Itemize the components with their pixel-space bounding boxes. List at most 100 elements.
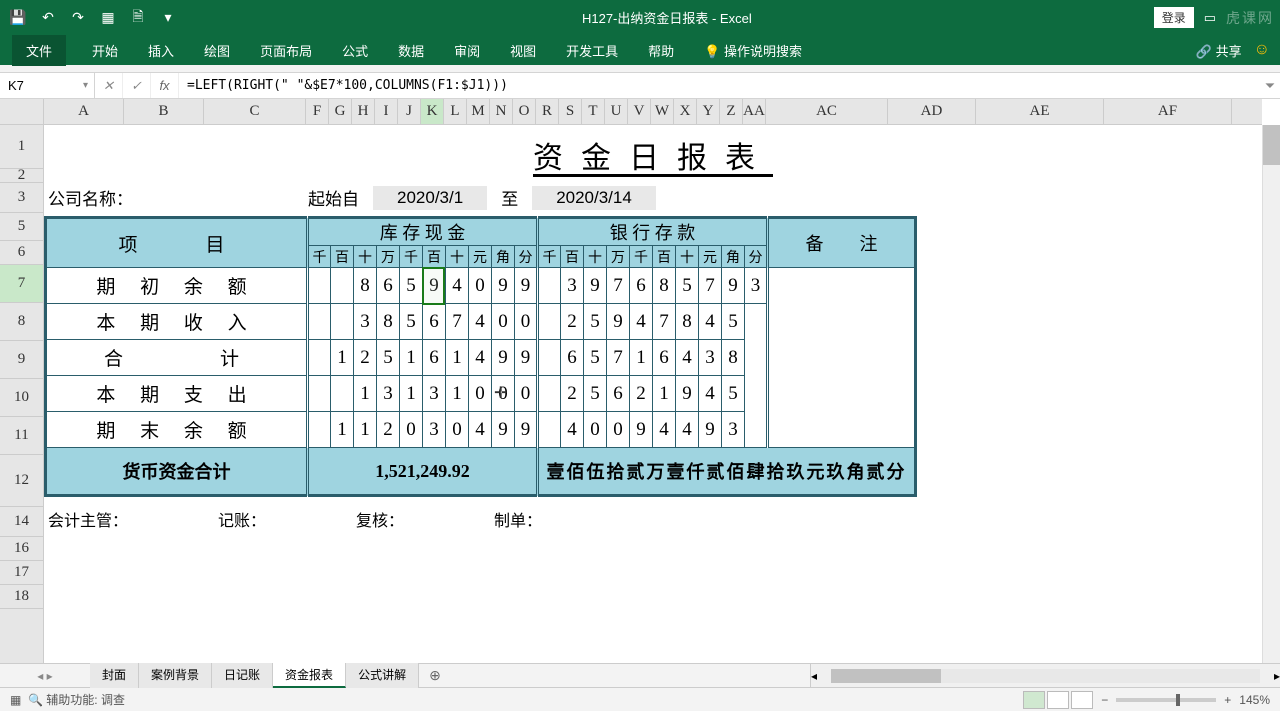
row-header-6[interactable]: 6 xyxy=(0,241,43,265)
ribbon-tabs: 文件 开始 插入 绘图 页面布局 公式 数据 审阅 视图 开发工具 帮助 💡 操… xyxy=(0,35,1280,65)
doc-icon[interactable]: ▦ xyxy=(96,7,120,29)
col-header-M[interactable]: M xyxy=(467,99,490,124)
col-header-AF[interactable]: AF xyxy=(1104,99,1232,124)
share-button[interactable]: 🔗 共享 xyxy=(1196,41,1242,60)
tab-insert[interactable]: 插入 xyxy=(144,37,178,64)
row-header-8[interactable]: 8 xyxy=(0,303,43,341)
qat-more-icon[interactable]: ▾ xyxy=(156,7,180,29)
start-date[interactable]: 2020/3/1 xyxy=(373,186,487,210)
end-date[interactable]: 2020/3/14 xyxy=(532,186,656,210)
row-header-11[interactable]: 11 xyxy=(0,417,43,455)
to-label: 至 xyxy=(501,185,518,210)
col-header-W[interactable]: W xyxy=(651,99,674,124)
tab-nav[interactable]: ◂ ▸ xyxy=(0,669,90,683)
col-header-L[interactable]: L xyxy=(444,99,467,124)
zoom-slider[interactable] xyxy=(1116,698,1216,702)
spreadsheet-grid[interactable]: ABCFGHIJKLMNORSTUVWXYZAAACADAEAF 1235678… xyxy=(0,99,1280,663)
tab-review[interactable]: 审阅 xyxy=(450,37,484,64)
page-break-icon[interactable] xyxy=(1071,691,1093,709)
tab-help[interactable]: 帮助 xyxy=(644,37,678,64)
tab-formulas[interactable]: 公式 xyxy=(338,37,372,64)
row-header-1[interactable]: 1 xyxy=(0,125,43,169)
col-header-N[interactable]: N xyxy=(490,99,513,124)
col-header-K[interactable]: K xyxy=(421,99,444,124)
row-header-7[interactable]: 7 xyxy=(0,265,43,303)
tab-draw[interactable]: 绘图 xyxy=(200,37,234,64)
horizontal-scrollbar[interactable]: ◂▸ xyxy=(810,664,1280,687)
new-icon[interactable]: 🗎 xyxy=(126,7,150,29)
page-layout-icon[interactable] xyxy=(1047,691,1069,709)
tab-layout[interactable]: 页面布局 xyxy=(256,37,316,64)
col-header-B[interactable]: B xyxy=(124,99,204,124)
tab-data[interactable]: 数据 xyxy=(394,37,428,64)
name-box[interactable]: K7 xyxy=(0,73,95,98)
sheet-tab-公式讲解[interactable]: 公式讲解 xyxy=(346,663,419,688)
grid-body[interactable]: 资金日报表 公司名称： 起始自 2020/3/1 至 2020/3/14 项 目… xyxy=(44,125,1262,663)
col-header-AE[interactable]: AE xyxy=(976,99,1104,124)
record-icon[interactable]: ▦ xyxy=(10,693,21,707)
col-header-Z[interactable]: Z xyxy=(720,99,743,124)
col-header-AA[interactable]: AA xyxy=(743,99,766,124)
row-header-9[interactable]: 9 xyxy=(0,341,43,379)
sheet-tabs-bar: ◂ ▸ 封面案例背景日记账资金报表公式讲解 ⊕ ◂▸ xyxy=(0,663,1280,687)
login-button[interactable]: 登录 xyxy=(1154,7,1194,28)
undo-icon[interactable]: ↶ xyxy=(36,7,60,29)
col-header-AD[interactable]: AD xyxy=(888,99,976,124)
normal-view-icon[interactable] xyxy=(1023,691,1045,709)
fx-icon[interactable]: fx xyxy=(151,73,179,98)
select-all-corner[interactable] xyxy=(0,99,44,125)
row-header-10[interactable]: 10 xyxy=(0,379,43,417)
formula-input[interactable]: =LEFT(RIGHT(" "&$E7*100,COLUMNS(F1:$J1))… xyxy=(179,78,1260,93)
row-header-2[interactable]: 2 xyxy=(0,169,43,183)
row-header-5[interactable]: 5 xyxy=(0,213,43,241)
col-header-J[interactable]: J xyxy=(398,99,421,124)
col-header-A[interactable]: A xyxy=(44,99,124,124)
zoom-out-icon[interactable]: − xyxy=(1101,693,1108,707)
tab-view[interactable]: 视图 xyxy=(506,37,540,64)
col-header-H[interactable]: H xyxy=(352,99,375,124)
row-header-3[interactable]: 3 xyxy=(0,183,43,213)
feedback-icon[interactable]: ☺ xyxy=(1254,41,1270,59)
col-header-S[interactable]: S xyxy=(559,99,582,124)
col-header-Y[interactable]: Y xyxy=(697,99,720,124)
col-header-F[interactable]: F xyxy=(306,99,329,124)
row-header-16[interactable]: 16 xyxy=(0,537,43,561)
tell-me[interactable]: 💡 操作说明搜索 xyxy=(700,37,806,64)
tab-file[interactable]: 文件 xyxy=(12,35,66,66)
redo-icon[interactable]: ↷ xyxy=(66,7,90,29)
col-header-O[interactable]: O xyxy=(513,99,536,124)
enter-icon[interactable]: ✓ xyxy=(123,73,151,98)
col-header-V[interactable]: V xyxy=(628,99,651,124)
col-header-R[interactable]: R xyxy=(536,99,559,124)
row-header-12[interactable]: 12 xyxy=(0,455,43,507)
col-header-X[interactable]: X xyxy=(674,99,697,124)
col-header-G[interactable]: G xyxy=(329,99,352,124)
row-header-14[interactable]: 14 xyxy=(0,507,43,537)
row-header-17[interactable]: 17 xyxy=(0,561,43,585)
add-sheet-icon[interactable]: ⊕ xyxy=(419,667,451,684)
start-label: 起始自 xyxy=(308,185,359,210)
col-header-U[interactable]: U xyxy=(605,99,628,124)
row-headers[interactable]: 1235678910111214161718 xyxy=(0,125,44,663)
col-header-I[interactable]: I xyxy=(375,99,398,124)
sheet-tab-资金报表[interactable]: 资金报表 xyxy=(273,663,346,688)
cancel-icon[interactable]: ✕ xyxy=(95,73,123,98)
column-headers[interactable]: ABCFGHIJKLMNORSTUVWXYZAAACADAEAF xyxy=(44,99,1262,125)
col-header-AC[interactable]: AC xyxy=(766,99,888,124)
ribbon-display-icon[interactable]: ▭ xyxy=(1204,10,1216,26)
sheet-tab-案例背景[interactable]: 案例背景 xyxy=(139,663,212,688)
tab-home[interactable]: 开始 xyxy=(88,37,122,64)
vertical-scrollbar[interactable] xyxy=(1262,125,1280,663)
save-icon[interactable]: 💾 xyxy=(6,7,30,29)
tab-developer[interactable]: 开发工具 xyxy=(562,37,622,64)
sheet-tab-封面[interactable]: 封面 xyxy=(90,663,139,688)
sheet-tab-日记账[interactable]: 日记账 xyxy=(212,663,273,688)
accessibility-status[interactable]: 🔍 辅助功能: 调查 xyxy=(28,691,125,708)
row-header-18[interactable]: 18 xyxy=(0,585,43,609)
col-header-C[interactable]: C xyxy=(204,99,306,124)
zoom-level[interactable]: 145% xyxy=(1239,693,1270,707)
expand-formula-icon[interactable]: ⏷ xyxy=(1260,78,1280,94)
zoom-in-icon[interactable]: + xyxy=(1224,693,1231,707)
view-buttons[interactable] xyxy=(1023,691,1093,709)
col-header-T[interactable]: T xyxy=(582,99,605,124)
